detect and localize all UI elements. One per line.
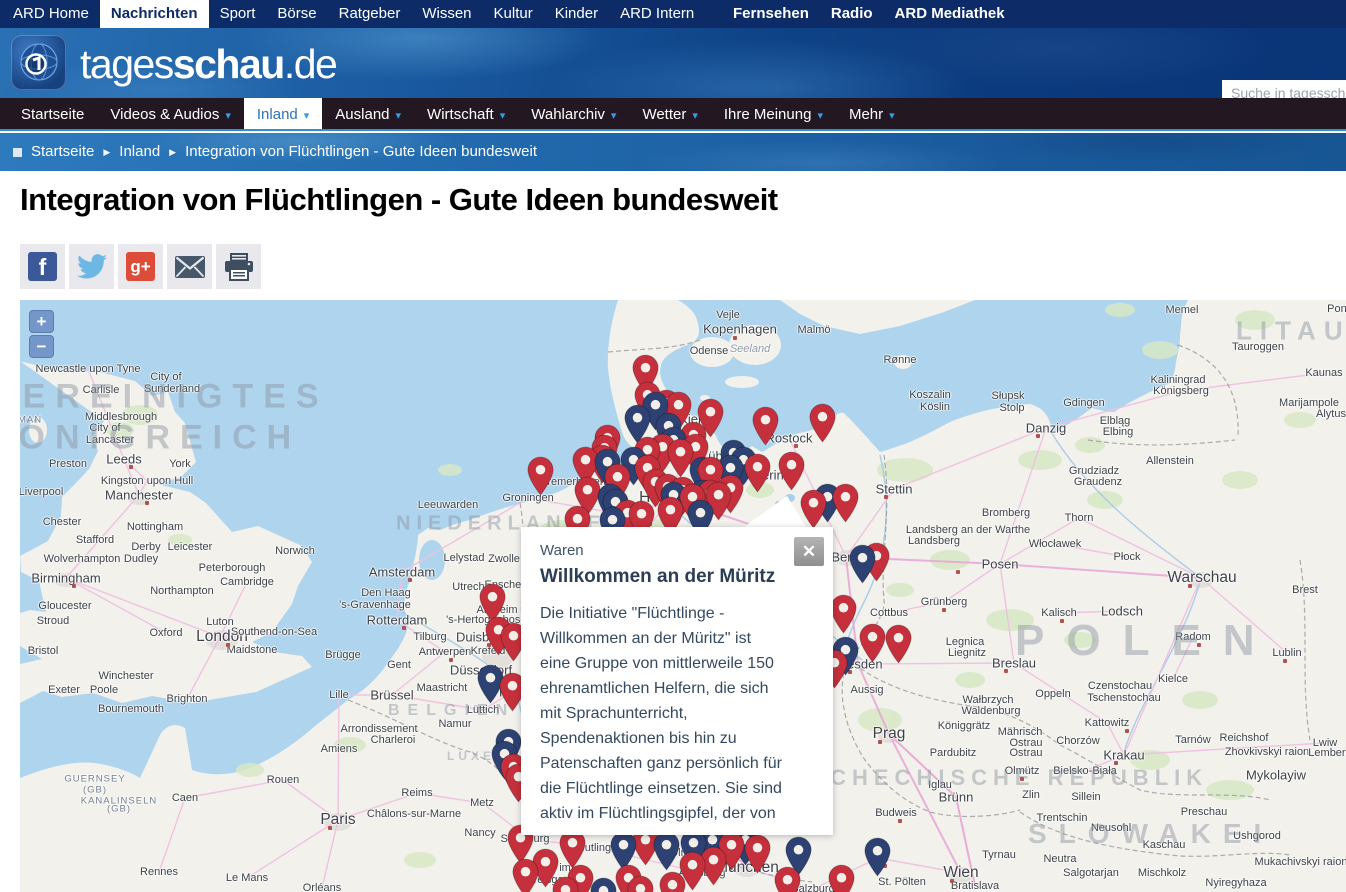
topbar-item-fernsehen[interactable]: Fernsehen	[722, 0, 820, 28]
map-pin-red[interactable]	[827, 864, 855, 892]
chevron-down-icon: ▾	[225, 110, 231, 122]
tagesschau-logo-icon[interactable]	[11, 35, 66, 90]
topbar-item-radio[interactable]: Radio	[820, 0, 884, 28]
facebook-icon[interactable]: f	[20, 244, 65, 289]
close-icon: ✕	[801, 541, 817, 561]
map-pin-blue[interactable]	[863, 837, 891, 878]
topbar-item-nachrichten[interactable]: Nachrichten	[99, 0, 209, 28]
topbar-item-ratgeber[interactable]: Ratgeber	[328, 0, 412, 28]
breadcrumb-separator-icon: ▶	[103, 147, 111, 157]
map-pin-blue[interactable]	[652, 831, 680, 872]
map-pin-red[interactable]	[808, 403, 836, 444]
email-icon[interactable]	[167, 244, 212, 289]
nav-item-inland[interactable]: Inland ▾	[243, 98, 323, 129]
share-bar: f g+	[20, 244, 261, 289]
brand-wordmark[interactable]: tagesschau.de	[80, 28, 338, 98]
ard-topbar: ARD Home Nachrichten Sport Börse Ratgeber Wis…	[0, 0, 1346, 28]
nav-item-ausland[interactable]: Ausland ▾	[322, 98, 414, 129]
chevron-down-icon: ▾	[303, 110, 310, 122]
popup-title: Willkommen an der Müritz	[540, 566, 776, 587]
nav-item-startseite[interactable]: Startseite	[8, 98, 97, 129]
nav-item-videos-audios[interactable]: Videos & Audios ▾	[97, 98, 244, 129]
twitter-icon[interactable]	[69, 244, 114, 289]
map-pin-red[interactable]	[558, 829, 586, 870]
breadcrumb-items: Startseite ▶ Inland ▶ Integration von Flücht…	[13, 133, 537, 171]
map-zoom-control: + −	[29, 310, 54, 360]
map-pin-red[interactable]	[858, 623, 886, 664]
map-pin-blue[interactable]	[848, 544, 876, 585]
brand-light: tages	[80, 41, 174, 87]
breadcrumb-item[interactable]: Inland	[119, 133, 160, 171]
topbar-item-kinder[interactable]: Kinder	[544, 0, 609, 28]
nav-item-wahlarchiv[interactable]: Wahlarchiv ▾	[518, 98, 629, 129]
map-pin-red[interactable]	[829, 594, 857, 635]
nav-item-wirtschaft[interactable]: Wirtschaft ▾	[414, 98, 518, 129]
map-pin-red[interactable]	[777, 451, 805, 492]
nav-item-wetter[interactable]: Wetter ▾	[629, 98, 710, 129]
nav-item-mehr[interactable]: Mehr ▾	[836, 98, 908, 129]
map-pin-red[interactable]	[751, 406, 779, 447]
breadcrumb-separator-icon: ▶	[169, 147, 177, 157]
popup-tail	[744, 496, 806, 527]
topbar-left: ARD Home Nachrichten Sport Börse Ratgeber Wis…	[2, 0, 705, 28]
map-pin-red[interactable]	[658, 871, 686, 892]
site-header: tagesschau.de	[0, 28, 1346, 106]
breadcrumb-item[interactable]: Integration von Flüchtlingen - Gute Idee…	[185, 133, 537, 171]
topbar-item-sport[interactable]: Sport	[209, 0, 267, 28]
map-pin-red[interactable]	[743, 453, 771, 494]
map-pin-red[interactable]	[511, 858, 539, 892]
topbar-item-ard-intern[interactable]: ARD Intern	[609, 0, 705, 28]
browser-page: ARD Home Nachrichten Sport Börse Ratgeber Wis…	[0, 0, 1346, 892]
chevron-down-icon: ▾	[817, 110, 823, 122]
topbar-item-kultur[interactable]: Kultur	[483, 0, 544, 28]
page-title: Integration von Flüchtlingen - Gute Idee…	[20, 182, 778, 217]
map-pin-red[interactable]	[743, 834, 771, 875]
chevron-down-icon: ▾	[692, 110, 698, 122]
chevron-down-icon: ▾	[610, 110, 617, 122]
map-pin-blue[interactable]	[589, 877, 617, 892]
map-container[interactable]: Newcastle upon Tyne Carlisle City of Sunder…	[20, 300, 1346, 892]
map-pin-red[interactable]	[526, 456, 554, 497]
map-pin-red[interactable]	[773, 866, 801, 892]
breadcrumb-bullet-icon	[13, 147, 22, 157]
topbar-item-b-rse[interactable]: Börse	[266, 0, 327, 28]
zoom-in-button[interactable]: +	[29, 310, 54, 333]
chevron-down-icon: ▾	[889, 110, 895, 122]
topbar-item-ard-home[interactable]: ARD Home	[2, 0, 100, 28]
zoom-out-button[interactable]: −	[29, 335, 54, 358]
map-popup: Waren Willkommen an der Müritz Die Initi…	[521, 527, 833, 835]
topbar-item-ard-mediathek[interactable]: ARD Mediathek	[884, 0, 1016, 28]
googleplus-icon[interactable]: g+	[118, 244, 163, 289]
close-button[interactable]: ✕	[794, 537, 824, 566]
chevron-down-icon: ▾	[499, 110, 506, 122]
map-pin-red[interactable]	[884, 624, 912, 665]
breadcrumb-item[interactable]: Startseite	[31, 133, 94, 171]
topbar-item-wissen[interactable]: Wissen	[411, 0, 482, 28]
popup-kicker: Waren	[540, 542, 584, 559]
brand-bold: schau	[172, 41, 286, 87]
topbar-right: Fernsehen Radio ARD Mediathek	[722, 0, 1016, 28]
map-pin-red[interactable]	[831, 483, 859, 524]
popup-body: Die Initiative "Flüchtlinge - Willkommen …	[540, 605, 782, 822]
main-nav: Startseite Videos & Audios ▾ Inland ▾ Ausland…	[0, 98, 1346, 131]
map-pin-red[interactable]	[551, 876, 579, 892]
map-pin-red[interactable]	[626, 875, 654, 892]
breadcrumb: Startseite ▶ Inland ▶ Integration von Flücht…	[0, 133, 1346, 171]
print-icon[interactable]	[216, 244, 261, 289]
nav-item-ihre-meinung[interactable]: Ihre Meinung ▾	[711, 98, 836, 129]
brand-suffix: .de	[283, 41, 338, 87]
chevron-down-icon: ▾	[395, 110, 402, 122]
